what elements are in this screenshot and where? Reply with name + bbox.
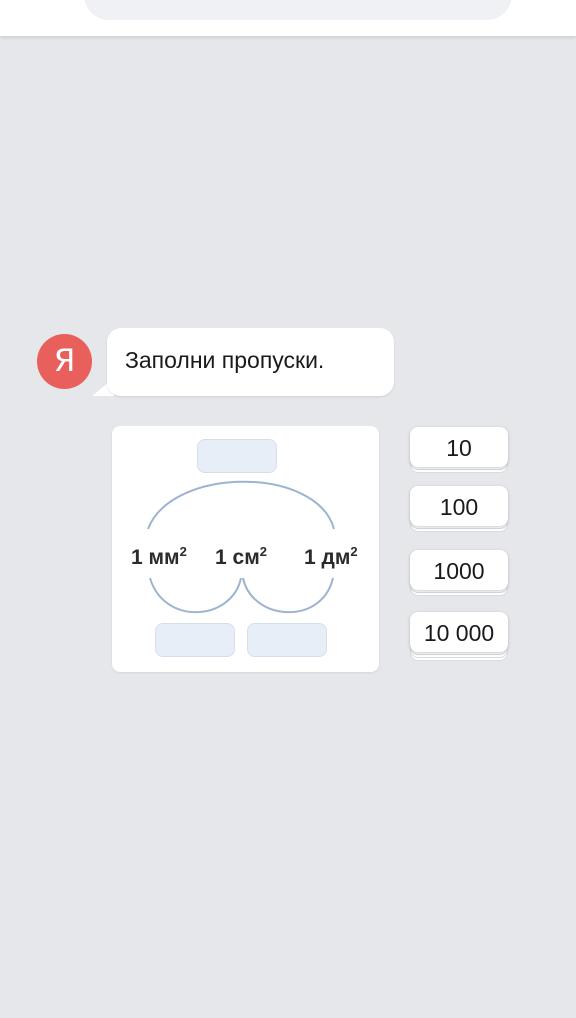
search-field[interactable] <box>84 0 512 20</box>
unit-label-mm2: 1 мм2 <box>131 544 187 570</box>
message-bubble: Заполни пропуски. <box>107 328 394 396</box>
answer-tile-label[interactable]: 1000 <box>410 550 508 590</box>
top-bar <box>0 0 576 36</box>
unit-exponent: 2 <box>259 544 267 559</box>
answer-tile-label[interactable]: 100 <box>410 486 508 526</box>
assistant-avatar: Я <box>37 334 92 389</box>
unit-label-cm2: 1 см2 <box>215 544 267 570</box>
unit-exponent: 2 <box>179 544 187 559</box>
arc-mm-to-dm <box>147 480 335 530</box>
unit-value: 1 мм <box>131 546 180 569</box>
unit-label-dm2: 1 дм2 <box>304 544 358 570</box>
arc-mm-to-cm <box>149 577 242 614</box>
unit-value: 1 дм <box>304 546 351 569</box>
unit-value: 1 см <box>215 546 260 569</box>
answer-tile-label[interactable]: 10 <box>410 427 508 467</box>
arc-cm-to-dm <box>242 577 334 614</box>
drop-slot-bottom-right[interactable] <box>247 623 327 657</box>
answer-tile-label[interactable]: 10 000 <box>410 612 508 652</box>
task-card: 1 мм2 1 см2 1 дм2 <box>112 426 379 672</box>
unit-exponent: 2 <box>350 544 358 559</box>
drop-slot-bottom-left[interactable] <box>155 623 235 657</box>
message-text: Заполни пропуски. <box>125 347 325 373</box>
